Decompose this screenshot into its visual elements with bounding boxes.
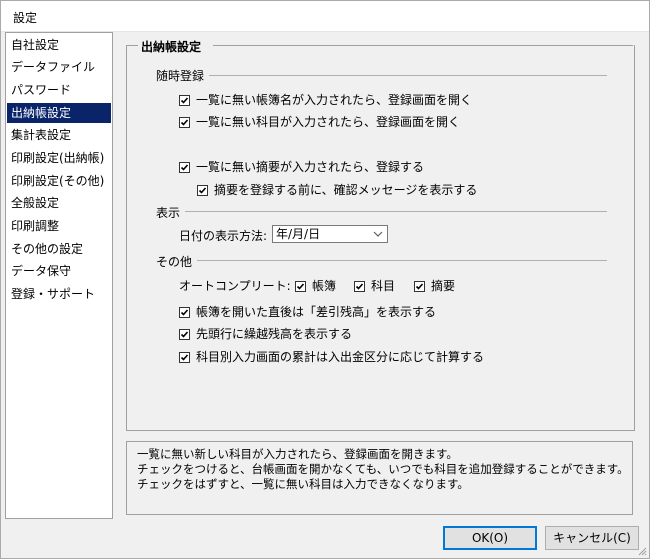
checkbox-label: 一覧に無い帳簿名が入力されたら、登録画面を開く <box>196 93 473 107</box>
checkbox-row-cumulative[interactable]: 科目別入力画面の累計は入出金区分に応じて計算する <box>179 348 484 365</box>
checkbox-label: 帳簿を開いた直後は「差引残高」を表示する <box>196 305 437 319</box>
groupbox-top-right <box>213 45 633 46</box>
section-register-label: 随時登録 <box>156 69 205 83</box>
settings-category-list[interactable]: 自社設定 データファイル パスワード 出納帳設定 集計表設定 印刷設定(出納帳)… <box>5 32 113 519</box>
check-mark-icon[interactable] <box>179 329 190 340</box>
section-divider <box>209 75 607 76</box>
checkbox-row-subject[interactable]: 一覧に無い科目が入力されたら、登録画面を開く <box>179 113 460 130</box>
autocomplete-summary-checkbox[interactable]: 摘要 <box>414 277 455 294</box>
check-mark-icon[interactable] <box>414 281 425 292</box>
sidebar-item-other-settings[interactable]: その他の設定 <box>7 239 111 259</box>
checkbox-label: 帳簿 <box>312 279 337 293</box>
check-mark-icon[interactable] <box>179 307 190 318</box>
date-format-value: 年/月/日 <box>276 227 321 241</box>
description-line: 一覧に無い新しい科目が入力されたら、登録画面を開きます。 <box>137 447 458 461</box>
checkbox-label: 一覧に無い科目が入力されたら、登録画面を開く <box>196 115 461 129</box>
checkbox-label: 科目別入力画面の累計は入出金区分に応じて計算する <box>196 350 485 364</box>
checkbox-label: 一覧に無い摘要が入力されたら、登録する <box>196 160 425 174</box>
sidebar-item-company[interactable]: 自社設定 <box>7 35 111 55</box>
autocomplete-book-checkbox[interactable]: 帳簿 <box>295 277 336 294</box>
checkbox-row-summary[interactable]: 一覧に無い摘要が入力されたら、登録する <box>179 158 424 175</box>
sidebar-item-password[interactable]: パスワード <box>7 80 111 100</box>
sidebar-item-summary[interactable]: 集計表設定 <box>7 125 111 145</box>
description-line: チェックをつけると、台帳画面を開かなくても、いつでも科目を追加登録することができ… <box>137 462 629 476</box>
check-mark-icon[interactable] <box>179 162 190 173</box>
sidebar-item-general[interactable]: 全般設定 <box>7 193 111 213</box>
section-divider <box>197 260 607 261</box>
check-mark-icon[interactable] <box>179 95 190 106</box>
autocomplete-subject-checkbox[interactable]: 科目 <box>354 277 395 294</box>
date-format-select[interactable]: 年/月/日 <box>272 225 388 243</box>
title-bar: 設定 <box>1 1 649 32</box>
cancel-button[interactable]: キャンセル(C) <box>545 526 639 550</box>
description-line: チェックをはずすと、一覧に無い科目は入力できなくなります。 <box>137 477 469 491</box>
autocomplete-label: オートコンプリート: <box>179 279 291 293</box>
checkbox-row-summary-confirm[interactable]: 摘要を登録する前に、確認メッセージを表示する <box>197 181 477 198</box>
group-title: 出納帳設定 <box>138 38 205 55</box>
check-mark-icon[interactable] <box>197 185 208 196</box>
sidebar-item-print-other[interactable]: 印刷設定(その他) <box>7 171 111 191</box>
checkbox-row-account-book[interactable]: 一覧に無い帳簿名が入力されたら、登録画面を開く <box>179 91 472 108</box>
checkbox-label: 先頭行に繰越残高を表示する <box>196 327 353 341</box>
date-format-label: 日付の表示方法: <box>179 229 268 243</box>
sidebar-item-data-maintenance[interactable]: データ保守 <box>7 261 111 281</box>
settings-dialog: 設定 自社設定 データファイル パスワード 出納帳設定 集計表設定 印刷設定(出… <box>0 0 650 559</box>
sidebar-item-registration[interactable]: 登録・サポート <box>7 284 111 304</box>
checkbox-row-balance-diff[interactable]: 帳簿を開いた直後は「差引残高」を表示する <box>179 303 436 320</box>
sidebar-item-print-adjust[interactable]: 印刷調整 <box>7 216 111 236</box>
check-mark-icon[interactable] <box>354 281 365 292</box>
checkbox-label: 科目 <box>371 279 396 293</box>
help-description-box: 一覧に無い新しい科目が入力されたら、登録画面を開きます。 チェックをつけると、台… <box>126 441 633 515</box>
section-other-label: その他 <box>156 255 193 269</box>
resize-grip-icon[interactable] <box>637 546 647 556</box>
section-display-label: 表示 <box>156 206 181 220</box>
section-divider <box>185 211 607 212</box>
check-mark-icon[interactable] <box>179 352 190 363</box>
sidebar-item-print-cashbook[interactable]: 印刷設定(出納帳) <box>7 148 111 168</box>
checkbox-row-carry-over[interactable]: 先頭行に繰越残高を表示する <box>179 325 352 342</box>
check-mark-icon[interactable] <box>295 281 306 292</box>
checkbox-label: 摘要を登録する前に、確認メッセージを表示する <box>214 183 478 197</box>
sidebar-item-data-file[interactable]: データファイル <box>7 57 111 77</box>
checkbox-label: 摘要 <box>431 279 456 293</box>
chevron-down-icon[interactable] <box>371 227 385 241</box>
window-title: 設定 <box>13 11 38 25</box>
check-mark-icon[interactable] <box>179 117 190 128</box>
sidebar-item-cashbook[interactable]: 出納帳設定 <box>7 103 111 123</box>
ok-button[interactable]: OK(O) <box>443 526 537 550</box>
